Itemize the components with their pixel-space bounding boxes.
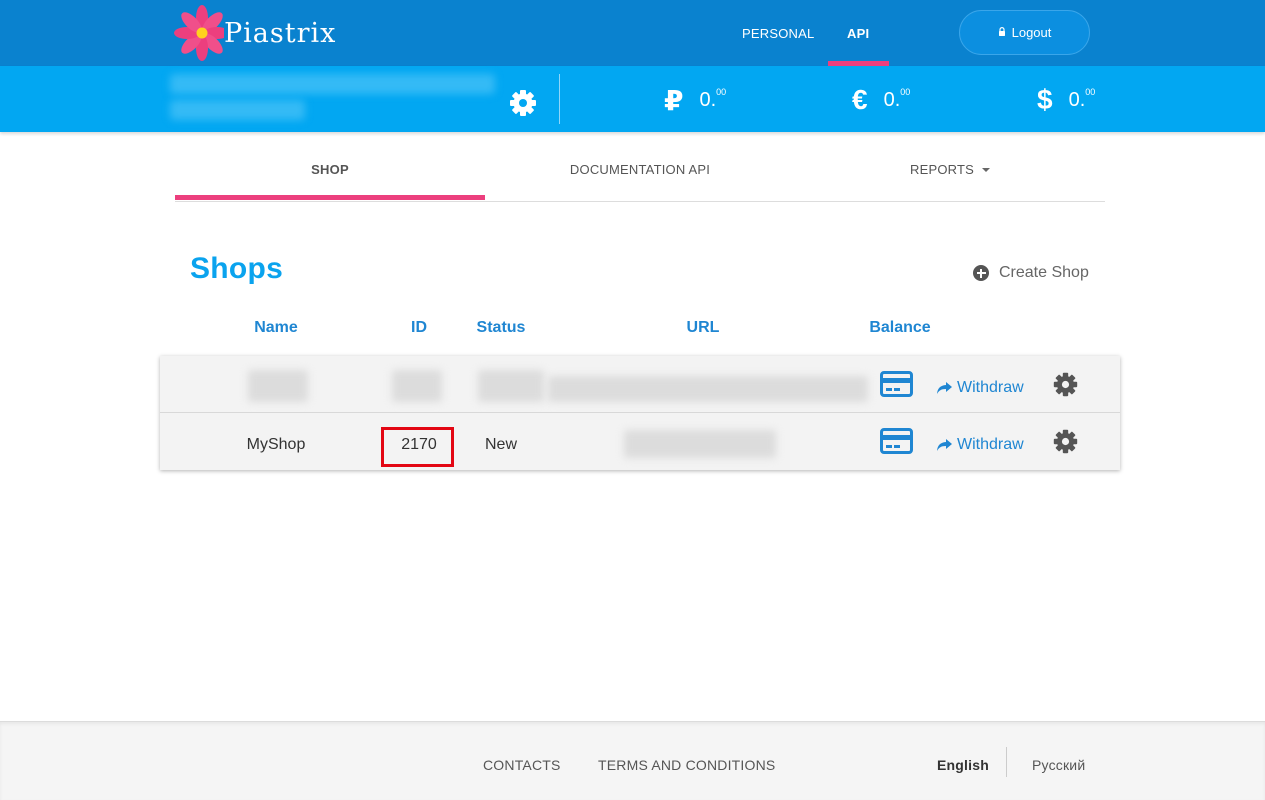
withdraw-link[interactable]: Withdraw xyxy=(936,436,1024,454)
top-navbar: Piastrix PERSONAL API Logout xyxy=(0,0,1265,66)
brand-logo[interactable]: Piastrix xyxy=(174,4,336,62)
shop-settings-gear-icon[interactable] xyxy=(1052,371,1079,398)
plus-circle-icon xyxy=(973,265,989,281)
column-header-id: ID xyxy=(411,319,427,336)
balance-eur: € 0. 00 xyxy=(852,84,910,116)
table-row[interactable]: MyShop 2170 New Withdraw xyxy=(160,413,1120,470)
language-english[interactable]: English xyxy=(937,757,989,773)
balance-rub-decimals: 00 xyxy=(716,87,727,97)
nav-api[interactable]: API xyxy=(847,26,869,41)
share-arrow-icon xyxy=(937,382,952,394)
balance-usd: $ 0. 00 xyxy=(1037,84,1095,116)
tab-documentation-api[interactable]: DOCUMENTATION API xyxy=(485,138,795,201)
footer-contacts-link[interactable]: CONTACTS xyxy=(483,757,561,773)
language-russian[interactable]: Русский xyxy=(1032,757,1085,773)
tab-reports[interactable]: REPORTS xyxy=(795,138,1105,201)
tab-shop[interactable]: SHOP xyxy=(175,138,485,201)
flower-logo-icon xyxy=(174,5,224,61)
footer-terms-link[interactable]: TERMS AND CONDITIONS xyxy=(598,757,775,773)
create-shop-label: Create Shop xyxy=(999,264,1089,281)
shops-table: Withdraw MyShop 2170 New Withdraw xyxy=(160,356,1120,470)
tab-active-indicator xyxy=(175,195,485,200)
column-header-url: URL xyxy=(686,319,720,336)
credit-card-icon[interactable] xyxy=(880,371,913,397)
shop-settings-gear-icon[interactable] xyxy=(1052,428,1079,455)
withdraw-link[interactable]: Withdraw xyxy=(936,379,1024,397)
logout-button[interactable]: Logout xyxy=(959,10,1090,55)
withdraw-label: Withdraw xyxy=(957,379,1024,396)
ruble-icon: ₽ xyxy=(664,84,684,116)
column-header-balance: Balance xyxy=(869,319,931,336)
column-header-name: Name xyxy=(254,319,298,336)
account-name-redacted xyxy=(170,74,495,94)
page-title: Shops xyxy=(190,252,284,285)
tab-documentation-api-label: DOCUMENTATION API xyxy=(569,162,711,177)
balance-rub-amount: 0. xyxy=(699,88,717,111)
euro-icon: € xyxy=(852,84,868,115)
brand-name: Piastrix xyxy=(224,17,337,49)
withdraw-label: Withdraw xyxy=(957,436,1024,453)
balance-usd-decimals: 00 xyxy=(1085,87,1096,97)
account-id-redacted xyxy=(170,100,305,120)
balance-usd-amount: 0. xyxy=(1068,88,1086,111)
nav-personal[interactable]: PERSONAL xyxy=(742,26,814,41)
tab-shop-label: SHOP xyxy=(311,162,349,177)
shop-url-redacted xyxy=(548,376,868,402)
shop-name: MyShop xyxy=(246,436,306,453)
lock-icon xyxy=(998,27,1005,36)
balance-eur-amount: 0. xyxy=(883,88,901,111)
language-divider xyxy=(1006,747,1007,777)
shop-name-redacted xyxy=(248,370,308,402)
shop-id: 2170 xyxy=(401,436,437,453)
balance-eur-decimals: 00 xyxy=(900,87,911,97)
caret-down-icon xyxy=(982,168,990,172)
shop-status-redacted xyxy=(478,370,544,402)
shop-url-redacted xyxy=(624,430,776,458)
column-header-status: Status xyxy=(476,319,526,336)
table-row[interactable]: Withdraw xyxy=(160,356,1120,413)
account-bar: ₽ 0. 00 € 0. 00 $ 0. 00 xyxy=(0,66,1265,132)
api-subtabs: SHOP DOCUMENTATION API REPORTS xyxy=(175,138,1105,202)
footer: CONTACTS TERMS AND CONDITIONS English Ру… xyxy=(0,721,1265,800)
account-settings-gear-icon[interactable] xyxy=(508,88,538,118)
balance-rub: ₽ 0. 00 xyxy=(664,84,726,116)
logout-label: Logout xyxy=(1011,25,1052,40)
dollar-icon: $ xyxy=(1037,84,1053,115)
shop-id-redacted xyxy=(392,370,442,402)
account-bar-divider xyxy=(559,74,560,124)
credit-card-icon[interactable] xyxy=(880,428,913,454)
tab-reports-label: REPORTS xyxy=(909,162,974,177)
create-shop-button[interactable]: Create Shop xyxy=(973,264,1089,282)
share-arrow-icon xyxy=(937,439,952,451)
shop-status: New xyxy=(484,436,517,453)
